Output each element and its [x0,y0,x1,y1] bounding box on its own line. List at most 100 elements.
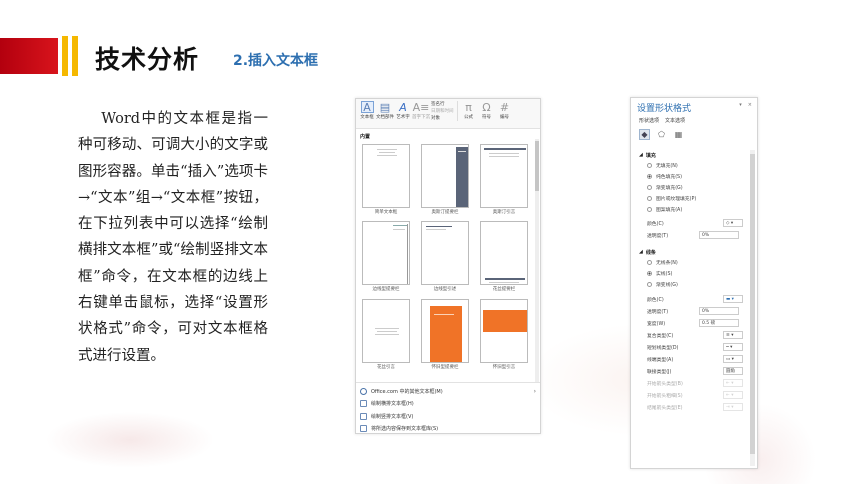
gallery-scrollbar[interactable] [535,139,539,383]
line-option-none[interactable]: 无线条(N) [631,257,749,268]
radio-button[interactable] [647,260,652,266]
builtin-section-label: 内置 [360,134,371,140]
compound-type-row: 复合类型(C) ≡ ▾ [631,329,749,341]
textbox-icon: A [360,101,374,114]
fill-option-pattern[interactable]: 图案填充(A) [631,204,749,215]
gallery-item[interactable]: 奥斯汀提要栏 [420,144,470,219]
option-label: 图片或纹理填充(P) [656,196,697,202]
textbox-preview [480,298,528,363]
fill-option-none[interactable]: 无填充(N) [631,160,749,171]
gallery-item[interactable]: 怀旧型引言 [479,298,529,374]
number-button[interactable]: # 编号 [497,101,513,121]
menu-item-label: 将所选内容保存到文本框库(S) [371,426,439,433]
fill-color-picker[interactable]: ◇ ▾ [723,219,743,228]
fill-line-icon[interactable]: ◆ [639,129,650,140]
omega-icon: Ω [482,100,491,114]
compound-type-select[interactable]: ≡ ▾ [723,331,743,340]
gallery-item[interactable]: 简单文本框 [361,144,411,219]
radio-button[interactable] [647,162,652,168]
more-textboxes-menu-item[interactable]: Office.com 中的其他文本框(M) › [356,385,540,398]
radio-button[interactable] [647,184,652,190]
vertical-textbox-icon [360,412,367,420]
page-title: 技术分析 [95,45,200,74]
collapse-icon: ◢ [639,249,643,256]
wordart-button[interactable]: A 艺术字 [395,101,411,121]
body-paragraph: Word中的文本框是指一种可移动、可调大小的文字或图形容器。单击“插入”选项卡→… [78,111,268,364]
signature-line-button[interactable]: 签名行 [431,101,454,107]
header-red-bar [0,38,58,74]
pane-scrollbar[interactable] [750,150,755,466]
line-color-picker[interactable]: ▬ ▾ [723,295,743,304]
draw-horizontal-textbox-menu-item[interactable]: 绘制横排文本框(H) [356,398,540,411]
effects-icon[interactable]: ⬠ [656,129,667,140]
fill-transparency-label: 透明度(T) [647,233,669,239]
line-width-row: 宽度(W) 0.5 磅 [631,317,749,329]
line-section-header[interactable]: ◢ 线条 [631,247,749,257]
fill-transparency-input[interactable]: 0% [699,231,739,240]
fill-option-solid[interactable]: 纯色填充(S) [631,171,749,182]
line-transparency-input[interactable]: 0% [699,307,739,316]
line-option-gradient[interactable]: 渐变线(G) [631,279,749,290]
object-button[interactable]: 对象 [431,115,454,121]
ribbon-insert-text-group: A 文本框 ▤ 文档部件 A 艺术字 A≡ 首字下沉 签名行 日期和时间 对象 [356,99,540,129]
join-type-select[interactable]: 圆角 [723,367,743,376]
radio-button[interactable] [647,173,652,179]
line-transparency-row: 透明度(T) 0% [631,305,749,317]
save-to-gallery-menu-item[interactable]: 将所选内容保存到文本框库(S) [356,423,540,436]
gallery-item-label: 奥斯汀提要栏 [431,210,459,215]
textbox-preview [421,221,469,286]
dropdown-arrow-icon[interactable]: ▾ [739,102,742,108]
gallery-item[interactable]: 怀旧型提要栏 [420,298,470,374]
gallery-item[interactable]: 奥斯汀引言 [479,144,529,219]
tab-text-options[interactable]: 文本选项 [665,117,685,124]
option-label: 渐变填充(G) [656,185,683,191]
gallery-item-label: 边线型引述 [433,287,457,293]
compound-type-label: 复合类型(C) [647,333,674,339]
line-color-label: 颜色(C) [647,297,664,303]
gallery-item-label: 边线型提要栏 [372,287,400,293]
line-option-solid[interactable]: 实线(S) [631,268,749,279]
doc-parts-button[interactable]: ▤ 文档部件 [376,101,394,121]
dash-type-select[interactable]: ┅ ▾ [723,343,743,352]
dropcap-button[interactable]: A≡ 首字下沉 [412,100,430,121]
dropcap-icon: A≡ [412,100,430,114]
gallery-item[interactable]: 花丝引言 [361,298,411,374]
gallery-item[interactable]: 花丝提要栏 [479,221,529,296]
size-properties-icon[interactable]: ▦ [673,129,684,140]
number-label: 编号 [500,115,509,120]
textbox-dropdown-screenshot: A 文本框 ▤ 文档部件 A 艺术字 A≡ 首字下沉 签名行 日期和时间 对象 [355,98,541,434]
line-width-label: 宽度(W) [647,321,666,327]
menu-item-label: 绘制横排文本框(H) [371,401,414,408]
symbol-button[interactable]: Ω 符号 [479,100,495,121]
end-arrow-type-select[interactable]: ⇥ ▾ [723,403,743,412]
radio-button[interactable] [647,271,652,277]
radio-button[interactable] [647,282,652,288]
datetime-button[interactable]: 日期和时间 [431,108,454,114]
fill-option-gradient[interactable]: 渐变填充(G) [631,182,749,193]
radio-button[interactable] [647,195,652,201]
fill-color-row: 颜色(C) ◇ ▾ [631,217,749,229]
fill-option-picture[interactable]: 图片或纹理填充(P) [631,193,749,204]
fill-section-header[interactable]: ◢ 填充 [631,150,749,160]
cap-type-select[interactable]: ▭ ▾ [723,355,743,364]
draw-vertical-textbox-menu-item[interactable]: 绘制竖排文本框(V) [356,410,540,423]
begin-arrow-size-select[interactable]: ⇤ ▾ [723,391,743,400]
line-width-input[interactable]: 0.5 磅 [699,319,739,328]
close-icon[interactable]: × [748,102,752,108]
gallery-item-label: 怀旧型提要栏 [431,364,459,370]
doc-parts-label: 文档部件 [376,115,394,120]
begin-arrow-type-select[interactable]: ⇤ ▾ [723,379,743,388]
wordart-label: 艺术字 [396,115,410,120]
radio-button[interactable] [647,206,652,212]
gallery-item[interactable]: 边线型引述 [420,221,470,296]
textbox-menu: Office.com 中的其他文本框(M) › 绘制横排文本框(H) 绘制竖排文… [356,382,540,435]
line-transparency-label: 透明度(T) [647,309,669,315]
gallery-item[interactable]: 边线型提要栏 [361,221,411,296]
textbox-button[interactable]: A 文本框 [359,101,375,121]
textbox-preview [421,298,469,363]
textbox-icon [360,400,367,408]
textbox-button-label: 文本框 [360,115,374,120]
tab-shape-options[interactable]: 形状选项 [639,117,659,124]
equation-button[interactable]: π 公式 [461,101,477,121]
begin-arrow-type-row: 开始箭头类型(B) ⇤ ▾ [631,377,749,389]
